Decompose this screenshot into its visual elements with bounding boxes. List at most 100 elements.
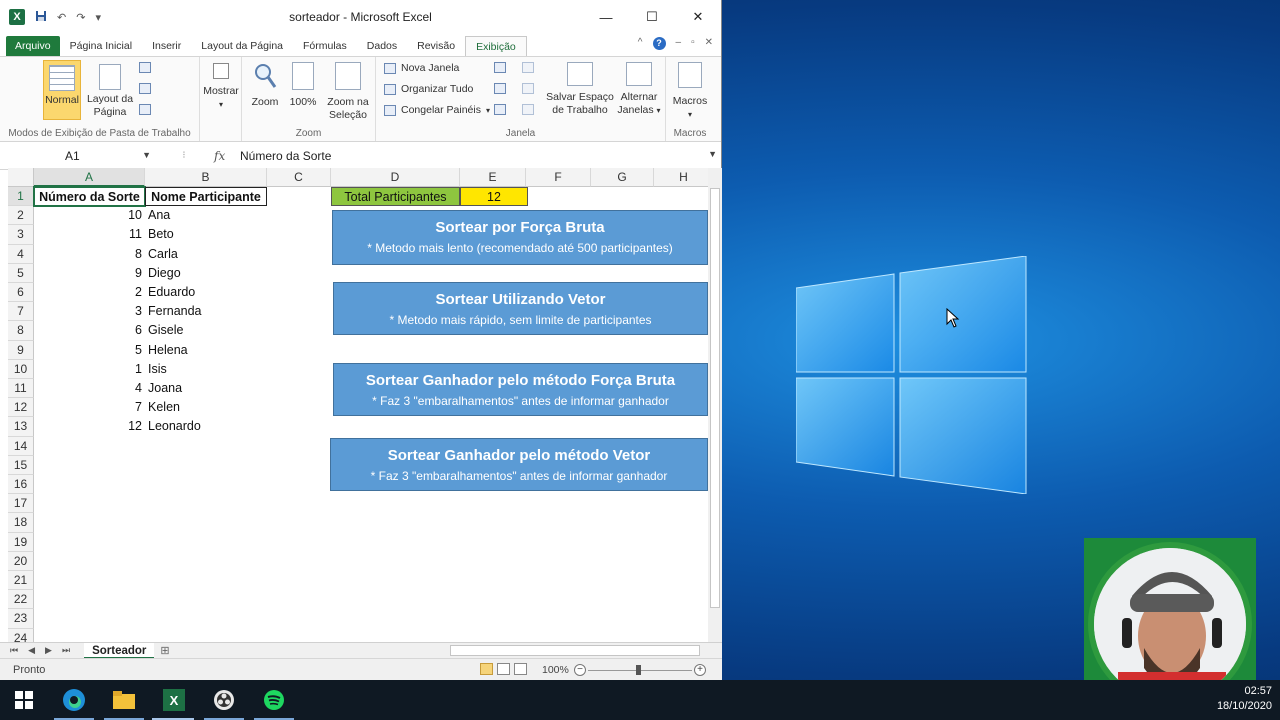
row-header-5[interactable]: 5 [8,263,34,283]
participant-name-cell[interactable]: Eduardo [145,283,267,302]
reset-window-position-icon[interactable] [522,104,534,115]
help-icon[interactable]: ? [652,37,666,50]
column-header-a[interactable]: A [34,168,145,187]
row-header-4[interactable]: 4 [8,244,34,264]
vector-winner-button[interactable]: Sortear Ganhador pelo método Vetor * Faz … [330,438,708,491]
lucky-number-cell[interactable]: 10 [34,206,145,225]
workbook-minimize-icon[interactable]: – [676,37,682,50]
participant-name-cell[interactable]: Gisele [145,321,267,340]
save-workspace-button[interactable]: Salvar Espaço de Trabalho [544,62,616,117]
sheet-tab-sorteador[interactable]: Sorteador [84,642,155,659]
tab-inserir[interactable]: Inserir [142,36,191,56]
zoom-level[interactable]: 100% [542,664,569,676]
total-participants-value[interactable]: 12 [460,187,528,207]
workbook-close-icon[interactable]: ✕ [705,37,713,50]
redo-icon[interactable]: ↷ [76,11,85,24]
cell-b1[interactable]: Nome Participante [145,187,267,207]
formula-input[interactable]: Número da Sorte [240,149,331,163]
save-icon[interactable] [35,10,47,25]
lucky-number-cell[interactable]: 9 [34,264,145,283]
start-button[interactable] [12,688,36,712]
brute-force-winner-button[interactable]: Sortear Ganhador pelo método Força Bruta… [333,363,708,416]
tab-arquivo[interactable]: Arquivo [6,36,60,56]
normal-view-status-icon[interactable] [480,663,493,675]
macros-button[interactable]: Macros ▾ [668,62,712,121]
tab-revisao[interactable]: Revisão [407,36,465,56]
cell-a1[interactable]: Número da Sorte [33,185,146,208]
column-header-e[interactable]: E [460,168,526,187]
collapse-ribbon-icon[interactable]: ^ [638,37,643,50]
participant-name-cell[interactable]: Fernanda [145,302,267,321]
zoom-selection-button[interactable]: Zoom na Seleção [324,62,372,122]
switch-windows-button[interactable]: Alternar Janelas ▾ [614,62,664,117]
row-header-17[interactable]: 17 [8,494,34,514]
vector-draw-button[interactable]: Sortear Utilizando Vetor * Metodo mais rá… [333,282,708,335]
zoom-slider-knob[interactable] [636,665,641,675]
zoom-button[interactable]: Zoom [248,62,282,109]
row-header-6[interactable]: 6 [8,283,34,303]
maximize-button[interactable]: ☐ [629,0,675,34]
participant-name-cell[interactable]: Leonardo [145,417,267,436]
lucky-number-cell[interactable]: 5 [34,341,145,360]
new-sheet-icon[interactable]: ⊞ [160,644,169,657]
custom-views-icon[interactable] [139,83,151,94]
tab-exibicao[interactable]: Exibição [465,36,527,56]
row-header-14[interactable]: 14 [8,436,34,456]
participant-name-cell[interactable]: Diego [145,264,267,283]
row-header-9[interactable]: 9 [8,340,34,360]
row-header-18[interactable]: 18 [8,513,34,533]
row-header-16[interactable]: 16 [8,475,34,495]
tab-dados[interactable]: Dados [357,36,407,56]
row-header-7[interactable]: 7 [8,302,34,322]
tab-layout-da-pagina[interactable]: Layout da Página [191,36,293,56]
synchronous-scrolling-icon[interactable] [522,83,534,94]
view-side-by-side-icon[interactable] [522,62,534,73]
undo-icon[interactable]: ↶ [57,11,66,24]
column-header-d[interactable]: D [331,168,460,187]
vertical-scrollbar[interactable] [708,168,722,642]
freeze-panes-button[interactable]: Congelar Painéis ▾ [384,104,490,116]
lucky-number-cell[interactable]: 11 [34,225,145,244]
column-header-c[interactable]: C [267,168,331,187]
row-header-3[interactable]: 3 [8,225,34,245]
workbook-restore-icon[interactable]: ▫ [691,37,695,50]
row-header-10[interactable]: 10 [8,359,34,379]
page-break-status-icon[interactable] [514,663,527,675]
name-box[interactable]: A1 ▼ [8,145,154,166]
participant-name-cell[interactable]: Helena [145,341,267,360]
obs-icon[interactable] [212,688,236,712]
row-header-22[interactable]: 22 [8,590,34,610]
row-header-19[interactable]: 19 [8,532,34,552]
row-header-12[interactable]: 12 [8,398,34,418]
worksheet-grid[interactable]: A B C D E F G H 1 2 3 4 5 6 7 8 9 10 11 12 13 14 15 16 17 18 19 20 2… [8,168,708,642]
tab-pagina-inicial[interactable]: Página Inicial [60,36,142,56]
excel-app-icon[interactable]: X [9,9,25,25]
participant-name-cell[interactable]: Joana [145,379,267,398]
vertical-scroll-thumb[interactable] [710,188,720,608]
new-window-button[interactable]: Nova Janela [384,62,459,74]
column-header-h[interactable]: H [654,168,708,187]
zoom-in-icon[interactable]: + [694,664,706,676]
total-participants-label[interactable]: Total Participantes [331,187,460,207]
unhide-icon[interactable] [494,104,506,115]
lucky-number-cell[interactable]: 12 [34,417,145,436]
select-all-button[interactable] [8,168,34,187]
lucky-number-cell[interactable]: 1 [34,360,145,379]
page-layout-status-icon[interactable] [497,663,510,675]
edge-icon[interactable] [62,688,86,712]
minimize-button[interactable]: — [583,0,629,34]
close-button[interactable]: ✕ [675,0,721,34]
row-header-11[interactable]: 11 [8,379,34,399]
participant-name-cell[interactable]: Beto [145,225,267,244]
first-sheet-icon[interactable]: ⏮ [10,645,18,656]
column-header-f[interactable]: F [526,168,591,187]
name-box-dropdown-icon[interactable]: ▼ [142,150,151,160]
row-header-13[interactable]: 13 [8,417,34,437]
normal-view-button[interactable]: Normal [43,60,81,120]
hide-icon[interactable] [494,83,506,94]
row-header-23[interactable]: 23 [8,609,34,629]
excel-taskbar-icon[interactable]: X [162,688,186,712]
prev-sheet-icon[interactable]: ◀ [28,645,35,656]
system-clock[interactable]: 02:57 18/10/2020 [1217,684,1272,714]
zoom-slider[interactable]: − + [574,664,706,676]
